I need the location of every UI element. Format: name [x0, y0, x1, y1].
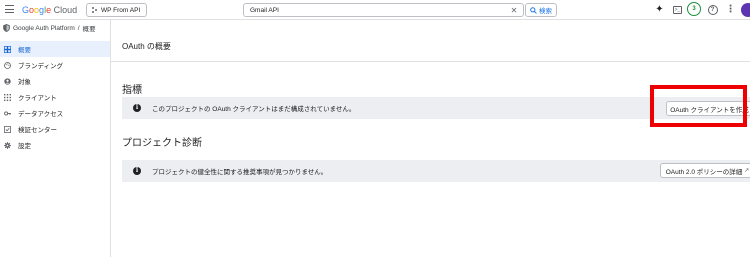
- sidebar-item-label: データアクセス: [18, 111, 64, 118]
- highlight-box: [650, 85, 747, 127]
- sidebar-item-data-access[interactable]: データアクセス: [0, 105, 110, 121]
- sidebar-item-label: クライアント: [18, 95, 57, 102]
- search-icon: [530, 6, 537, 14]
- checklist-icon: [4, 125, 11, 133]
- breadcrumb-product[interactable]: Google Auth Platform: [13, 25, 75, 32]
- sidebar-item-clients[interactable]: クライアント: [0, 89, 110, 105]
- notifications-badge[interactable]: 3: [687, 2, 701, 16]
- hamburger-menu-icon[interactable]: [5, 5, 14, 14]
- sidebar-item-label: ブランディング: [18, 63, 64, 70]
- metrics-message: このプロジェクトの OAuth クライアントはまだ構成されていません。: [152, 106, 356, 113]
- sidebar-item-overview[interactable]: 概要: [0, 41, 110, 57]
- sidebar-item-verification-center[interactable]: 検証センター: [0, 121, 110, 137]
- breadcrumb-page: 概要: [82, 26, 96, 33]
- title-divider: [111, 61, 750, 62]
- account-circle-icon: [4, 77, 11, 85]
- key-icon: [4, 111, 11, 115]
- more-vert-icon[interactable]: ⋮: [725, 4, 736, 15]
- oauth-policy-details-button[interactable]: OAuth 2.0 ポリシーの詳細 ↗: [660, 163, 750, 178]
- project-picker-button[interactable]: WP From API: [86, 3, 147, 17]
- page-title: OAuth の概要: [122, 42, 171, 51]
- diagnostics-banner: i プロジェクトの健全性に関する推奨事項が見つかりません。 OAuth 2.0 …: [122, 160, 750, 182]
- sidebar-item-audience[interactable]: 対象: [0, 73, 110, 89]
- project-icon: [92, 7, 97, 13]
- sidebar-item-label: 検証センター: [18, 127, 57, 134]
- project-name: WP From API: [101, 6, 141, 14]
- google-cloud-logo[interactable]: Google Cloud: [22, 4, 77, 16]
- gear-icon: [4, 141, 11, 149]
- info-icon: i: [133, 167, 141, 175]
- sidebar-item-branding[interactable]: ブランディング: [0, 57, 110, 73]
- grid-icon: [4, 93, 11, 101]
- main-content: OAuth の概要 指標 i このプロジェクトの OAuth クライアントはまだ…: [111, 20, 750, 257]
- sidebar-item-settings[interactable]: 設定: [0, 137, 110, 153]
- cloud-shell-icon[interactable]: >_: [672, 4, 683, 15]
- dashboard-icon: [4, 45, 11, 53]
- oauth-policy-details-label: OAuth 2.0 ポリシーの詳細: [665, 168, 743, 176]
- sidebar: Google Auth Platform / 概要 概要 ブランディング 対象 …: [0, 20, 111, 257]
- avatar[interactable]: [741, 3, 750, 17]
- sidebar-item-label: 設定: [18, 143, 31, 150]
- help-icon[interactable]: ?: [707, 4, 718, 15]
- sidebar-item-label: 概要: [18, 47, 31, 54]
- top-bar: Google Cloud WP From API Gmail API ✕ 検索 …: [0, 0, 750, 20]
- search-input[interactable]: Gmail API ✕: [243, 3, 524, 17]
- info-icon: i: [133, 104, 141, 112]
- diagnostics-message: プロジェクトの健全性に関する推奨事項が見つかりません。: [152, 169, 328, 176]
- search-button[interactable]: 検索: [525, 3, 557, 17]
- search-button-label: 検索: [539, 8, 552, 15]
- open-in-new-icon: ↗: [744, 168, 750, 174]
- breadcrumb-separator: /: [77, 24, 80, 32]
- clear-search-icon[interactable]: ✕: [509, 6, 519, 15]
- sidebar-item-label: 対象: [18, 79, 31, 86]
- palette-icon: [4, 61, 11, 69]
- sidebar-nav: 概要 ブランディング 対象 クライアント データアクセス 検証センター 設定: [0, 41, 110, 153]
- gemini-sparkle-icon[interactable]: ✦: [654, 4, 665, 15]
- search-value: Gmail API: [250, 6, 279, 14]
- shield-icon: [3, 24, 10, 32]
- diagnostics-heading: プロジェクト診断: [122, 138, 202, 149]
- metrics-heading: 指標: [122, 85, 142, 96]
- breadcrumb: Google Auth Platform / 概要: [3, 23, 96, 33]
